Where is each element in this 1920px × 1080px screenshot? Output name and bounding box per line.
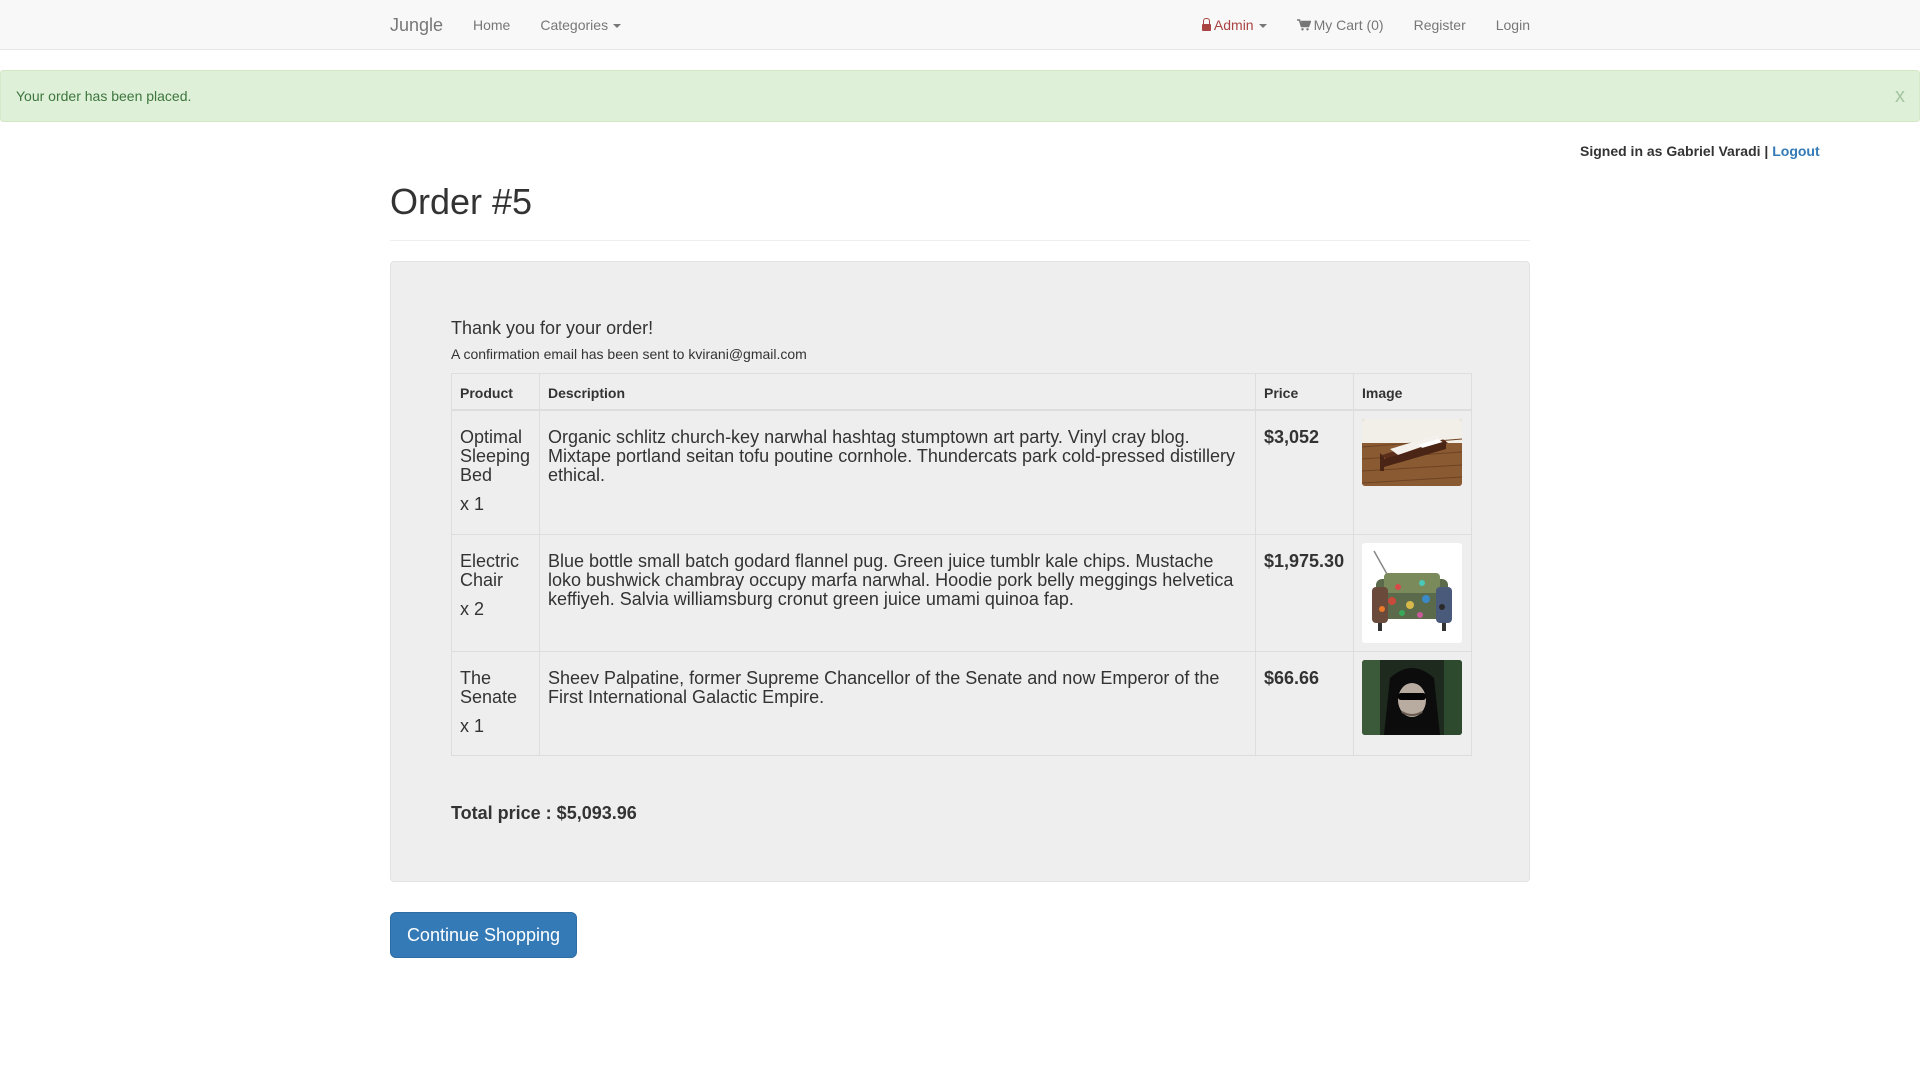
product-price: $66.66 bbox=[1255, 650, 1354, 756]
page-title: Order #5 bbox=[390, 181, 533, 222]
product-description: Blue bottle small batch godard flannel p… bbox=[539, 533, 1256, 652]
product-name: Electric Chair bbox=[460, 550, 520, 590]
confirmation-prefix: A confirmation email has been sent to bbox=[451, 346, 685, 362]
table-row: The Senate x 1 Sheev Palpatine, former S… bbox=[451, 650, 1472, 756]
nav-register[interactable]: Register bbox=[1399, 0, 1481, 50]
nav-left: Home Categories bbox=[473, 0, 636, 50]
nav-cart[interactable]: My Cart (0) bbox=[1282, 0, 1399, 50]
product-description: Organic schlitz church-key narwhal hasht… bbox=[539, 409, 1256, 535]
nav-categories-dropdown[interactable]: Categories bbox=[525, 0, 636, 50]
signed-in-status: Signed in as Gabriel Varadi | Logout bbox=[1580, 143, 1820, 159]
signed-in-label: Signed in as Gabriel Varadi | bbox=[1580, 143, 1769, 159]
table-row: Optimal Sleeping Bed x 1 Organic schlitz… bbox=[451, 409, 1472, 535]
product-price: $3,052 bbox=[1255, 409, 1354, 535]
logout-link[interactable]: Logout bbox=[1772, 143, 1819, 159]
image-cell bbox=[1353, 650, 1472, 756]
table-header-row: Product Description Price Image bbox=[451, 373, 1472, 411]
product-price: $1,975.30 bbox=[1255, 533, 1354, 652]
nav-home[interactable]: Home bbox=[473, 0, 525, 50]
product-name: Optimal Sleeping Bed bbox=[460, 427, 531, 485]
navbar: Jungle Home Categories Admin My Cart (0)… bbox=[0, 0, 1920, 50]
order-items-table: Product Description Price Image Optimal … bbox=[451, 373, 1472, 756]
nav-categories-label: Categories bbox=[540, 17, 609, 33]
cart-icon bbox=[1296, 19, 1311, 31]
nav-admin-dropdown[interactable]: Admin bbox=[1187, 0, 1282, 50]
thank-you-message: Thank you for your order! bbox=[451, 318, 654, 338]
title-divider bbox=[390, 240, 1530, 241]
nav-right: Admin My Cart (0) Register Login bbox=[1187, 0, 1530, 50]
success-alert: Your order has been placed. x bbox=[0, 70, 1920, 122]
table-row: Electric Chair x 2 Blue bottle small bat… bbox=[451, 533, 1472, 652]
bed-photo bbox=[1362, 419, 1462, 486]
product-quantity: x 1 bbox=[460, 494, 485, 514]
nav-admin-label: Admin bbox=[1213, 17, 1254, 33]
navbar-container: Jungle Home Categories Admin My Cart (0)… bbox=[390, 0, 1530, 50]
palpatine-photo bbox=[1362, 659, 1462, 735]
confirmation-email: kvirani@gmail.com bbox=[688, 346, 807, 362]
nav-login[interactable]: Login bbox=[1481, 0, 1530, 50]
product-cell: Electric Chair x 2 bbox=[451, 533, 540, 652]
confirmation-message: A confirmation email has been sent to kv… bbox=[451, 346, 807, 362]
nav-cart-label: My Cart (0) bbox=[1313, 17, 1384, 33]
product-cell: The Senate x 1 bbox=[451, 650, 540, 756]
caret-down-icon bbox=[613, 24, 622, 29]
continue-shopping-button[interactable]: Continue Shopping bbox=[390, 912, 577, 958]
column-header-price: Price bbox=[1255, 373, 1354, 411]
lock-icon bbox=[1201, 18, 1211, 31]
brand-link[interactable]: Jungle bbox=[390, 14, 443, 36]
product-name: The Senate bbox=[460, 667, 518, 707]
product-quantity: x 2 bbox=[460, 598, 485, 619]
product-description: Sheev Palpatine, former Supreme Chancell… bbox=[539, 650, 1256, 756]
caret-down-icon bbox=[1258, 24, 1267, 29]
chair-photo bbox=[1362, 542, 1462, 643]
image-cell bbox=[1353, 409, 1472, 535]
order-total: Total price : $5,093.96 bbox=[451, 803, 637, 823]
alert-message: Your order has been placed. bbox=[16, 88, 192, 104]
image-cell bbox=[1353, 533, 1472, 652]
product-quantity: x 1 bbox=[460, 715, 485, 736]
column-header-description: Description bbox=[539, 373, 1256, 411]
product-cell: Optimal Sleeping Bed x 1 bbox=[451, 409, 540, 535]
column-header-product: Product bbox=[451, 373, 540, 411]
alert-close-button[interactable]: x bbox=[1895, 71, 1905, 121]
column-header-image: Image bbox=[1353, 373, 1472, 411]
order-summary-panel: Thank you for your order! A confirmation… bbox=[390, 261, 1530, 882]
